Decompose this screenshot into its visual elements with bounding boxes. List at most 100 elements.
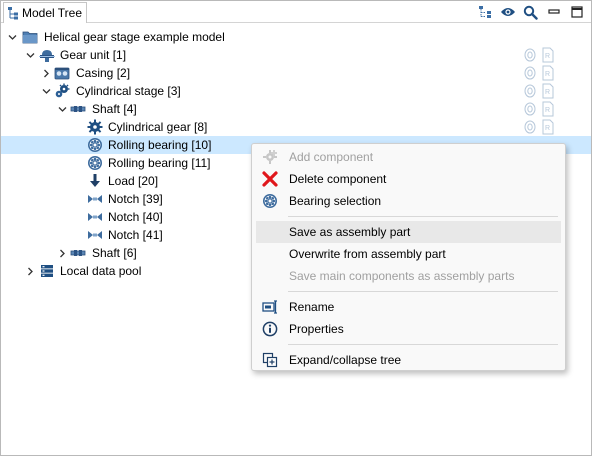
menu-item-save-main-components[interactable]: Save main components as assembly parts — [256, 265, 561, 287]
tree-node-cylindrical-stage[interactable]: Cylindrical stage [3] R — [1, 82, 591, 100]
tree-node-label: Notch [40] — [108, 210, 163, 224]
menu-item-label: Expand/collapse tree — [289, 353, 402, 367]
side-icons: R — [523, 65, 563, 81]
tree-node-label: Cylindrical stage [3] — [76, 84, 181, 98]
menu-item-label: Delete component — [289, 172, 387, 186]
calculation-status-icon — [523, 101, 537, 117]
bearing-icon — [87, 137, 103, 153]
load-arrow-icon — [87, 173, 103, 189]
casing-icon — [54, 65, 70, 81]
model-tree-panel: Model Tree Helical gear stage example mo… — [0, 0, 592, 456]
svg-text:R: R — [545, 71, 550, 78]
side-icons: R — [523, 83, 563, 99]
rename-icon — [262, 299, 278, 315]
chevron-down-icon[interactable] — [7, 28, 17, 46]
chevron-down-icon[interactable] — [41, 82, 51, 100]
minimize-icon[interactable] — [545, 4, 562, 21]
menu-separator — [288, 216, 558, 217]
menu-item-label: Bearing selection — [289, 194, 382, 208]
side-icons: R — [523, 101, 563, 117]
add-component-icon — [262, 149, 278, 165]
menu-separator — [288, 291, 558, 292]
menu-item-label: Save main components as assembly parts — [289, 269, 515, 283]
tree-node-label: Local data pool — [60, 264, 142, 278]
menu-item-label: Properties — [289, 322, 344, 336]
shaft-icon — [70, 101, 86, 117]
chevron-down-icon[interactable] — [25, 46, 35, 64]
tree-node-cylindrical-gear[interactable]: Cylindrical gear [8] R — [1, 118, 591, 136]
tab-label: Model Tree — [22, 6, 83, 20]
menu-item-overwrite-from-assembly-part[interactable]: Overwrite from assembly part — [256, 243, 561, 265]
context-menu: Add component Delete component Bearing s… — [251, 143, 566, 371]
tree-node-casing[interactable]: Casing [2] R — [1, 64, 591, 82]
notch-icon — [87, 227, 103, 243]
calculation-status-icon — [523, 119, 537, 135]
tree-node-label: Shaft [4] — [92, 102, 137, 116]
menu-item-expand-collapse-tree[interactable]: Expand/collapse tree — [256, 349, 561, 371]
tree-node-label: Rolling bearing [10] — [108, 138, 212, 152]
menu-separator — [288, 344, 558, 345]
maximize-icon[interactable] — [568, 4, 585, 21]
report-icon: R — [541, 65, 555, 81]
menu-item-label: Save as assembly part — [289, 225, 411, 239]
menu-item-properties[interactable]: Properties — [256, 318, 561, 340]
tree-layout-icon[interactable] — [476, 4, 493, 21]
tree-node-label: Rolling bearing [11] — [108, 156, 211, 170]
svg-text:R: R — [545, 89, 550, 96]
tree-node-label: Notch [39] — [108, 192, 163, 206]
svg-text:R: R — [545, 53, 550, 60]
menu-item-delete-component[interactable]: Delete component — [256, 168, 561, 190]
side-icons: R — [523, 119, 563, 135]
tab-bar: Model Tree — [1, 1, 591, 23]
menu-item-label: Overwrite from assembly part — [289, 247, 446, 261]
tree-node-label: Load [20] — [108, 174, 159, 188]
menu-item-bearing-selection[interactable]: Bearing selection — [256, 190, 561, 212]
report-icon: R — [541, 101, 555, 117]
tree-node-label: Helical gear stage example model — [44, 30, 225, 44]
tree-node-label: Notch [41] — [108, 228, 163, 242]
menu-item-label: Add component — [289, 150, 374, 164]
gear-pair-icon — [54, 83, 70, 99]
folder-icon — [22, 29, 38, 45]
svg-text:R: R — [545, 125, 550, 132]
bearing-icon — [87, 155, 103, 171]
expand-collapse-icon — [262, 352, 278, 368]
menu-item-label: Rename — [289, 300, 335, 314]
delete-x-icon — [262, 171, 278, 187]
tab-model-tree[interactable]: Model Tree — [3, 2, 87, 23]
model-tree-icon — [7, 6, 19, 20]
tree-node-label: Casing [2] — [76, 66, 131, 80]
gear-unit-icon — [39, 47, 55, 63]
svg-text:R: R — [545, 107, 550, 114]
shaft-icon — [70, 245, 86, 261]
menu-item-add-component[interactable]: Add component — [256, 146, 561, 168]
calculation-status-icon — [523, 83, 537, 99]
panel-toolbar — [476, 3, 585, 21]
notch-icon — [87, 209, 103, 225]
chevron-right-icon[interactable] — [57, 244, 67, 262]
database-icon — [39, 263, 55, 279]
gear-icon — [87, 119, 103, 135]
chevron-right-icon[interactable] — [41, 64, 51, 82]
eye-icon[interactable] — [499, 4, 516, 21]
chevron-right-icon[interactable] — [25, 262, 35, 280]
side-icons: R — [523, 47, 563, 63]
calculation-status-icon — [523, 65, 537, 81]
report-icon: R — [541, 119, 555, 135]
calculation-status-icon — [523, 47, 537, 63]
tree-node-label: Shaft [6] — [92, 246, 137, 260]
report-icon: R — [541, 83, 555, 99]
bearing-icon — [262, 193, 278, 209]
tree-node-label: Cylindrical gear [8] — [108, 120, 208, 134]
search-icon[interactable] — [522, 4, 539, 21]
report-icon: R — [541, 47, 555, 63]
tree-node-gear-unit[interactable]: Gear unit [1] R — [1, 46, 591, 64]
tree-node-shaft-4[interactable]: Shaft [4] R — [1, 100, 591, 118]
info-icon — [262, 321, 278, 337]
chevron-down-icon[interactable] — [57, 100, 67, 118]
tree-node-label: Gear unit [1] — [60, 48, 127, 62]
notch-icon — [87, 191, 103, 207]
tree-node-root[interactable]: Helical gear stage example model — [1, 28, 591, 46]
menu-item-rename[interactable]: Rename — [256, 296, 561, 318]
menu-item-save-as-assembly-part[interactable]: Save as assembly part — [256, 221, 561, 243]
